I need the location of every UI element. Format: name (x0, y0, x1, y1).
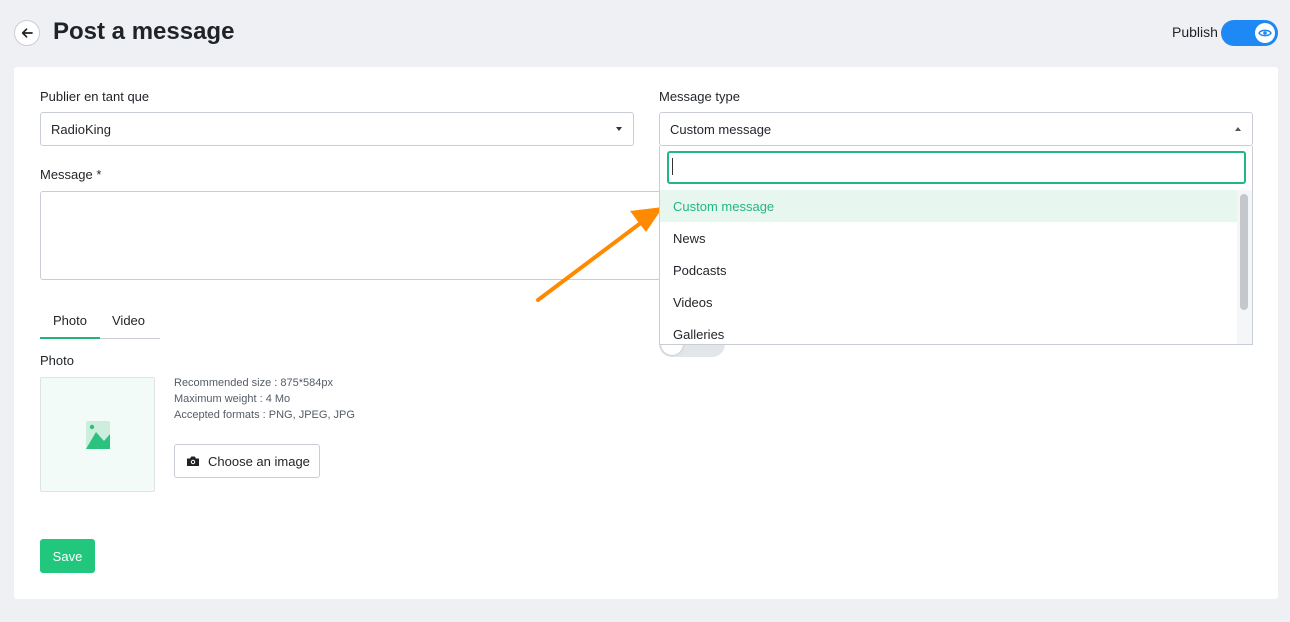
option-custom-message[interactable]: Custom message (660, 190, 1238, 222)
option-podcasts[interactable]: Podcasts (660, 254, 1238, 286)
dropdown-scrollbar-thumb[interactable] (1240, 194, 1248, 310)
text-cursor (672, 158, 673, 175)
dropdown-search-input[interactable] (667, 151, 1246, 184)
dropdown-options: Custom message News Podcasts Videos Gall… (660, 190, 1238, 344)
option-videos[interactable]: Videos (660, 286, 1238, 318)
message-type-dropdown: Custom message News Podcasts Videos Gall… (659, 146, 1253, 345)
option-news[interactable]: News (660, 222, 1238, 254)
option-galleries[interactable]: Galleries (660, 318, 1238, 344)
dropdown-scrollbar[interactable] (1237, 190, 1252, 344)
